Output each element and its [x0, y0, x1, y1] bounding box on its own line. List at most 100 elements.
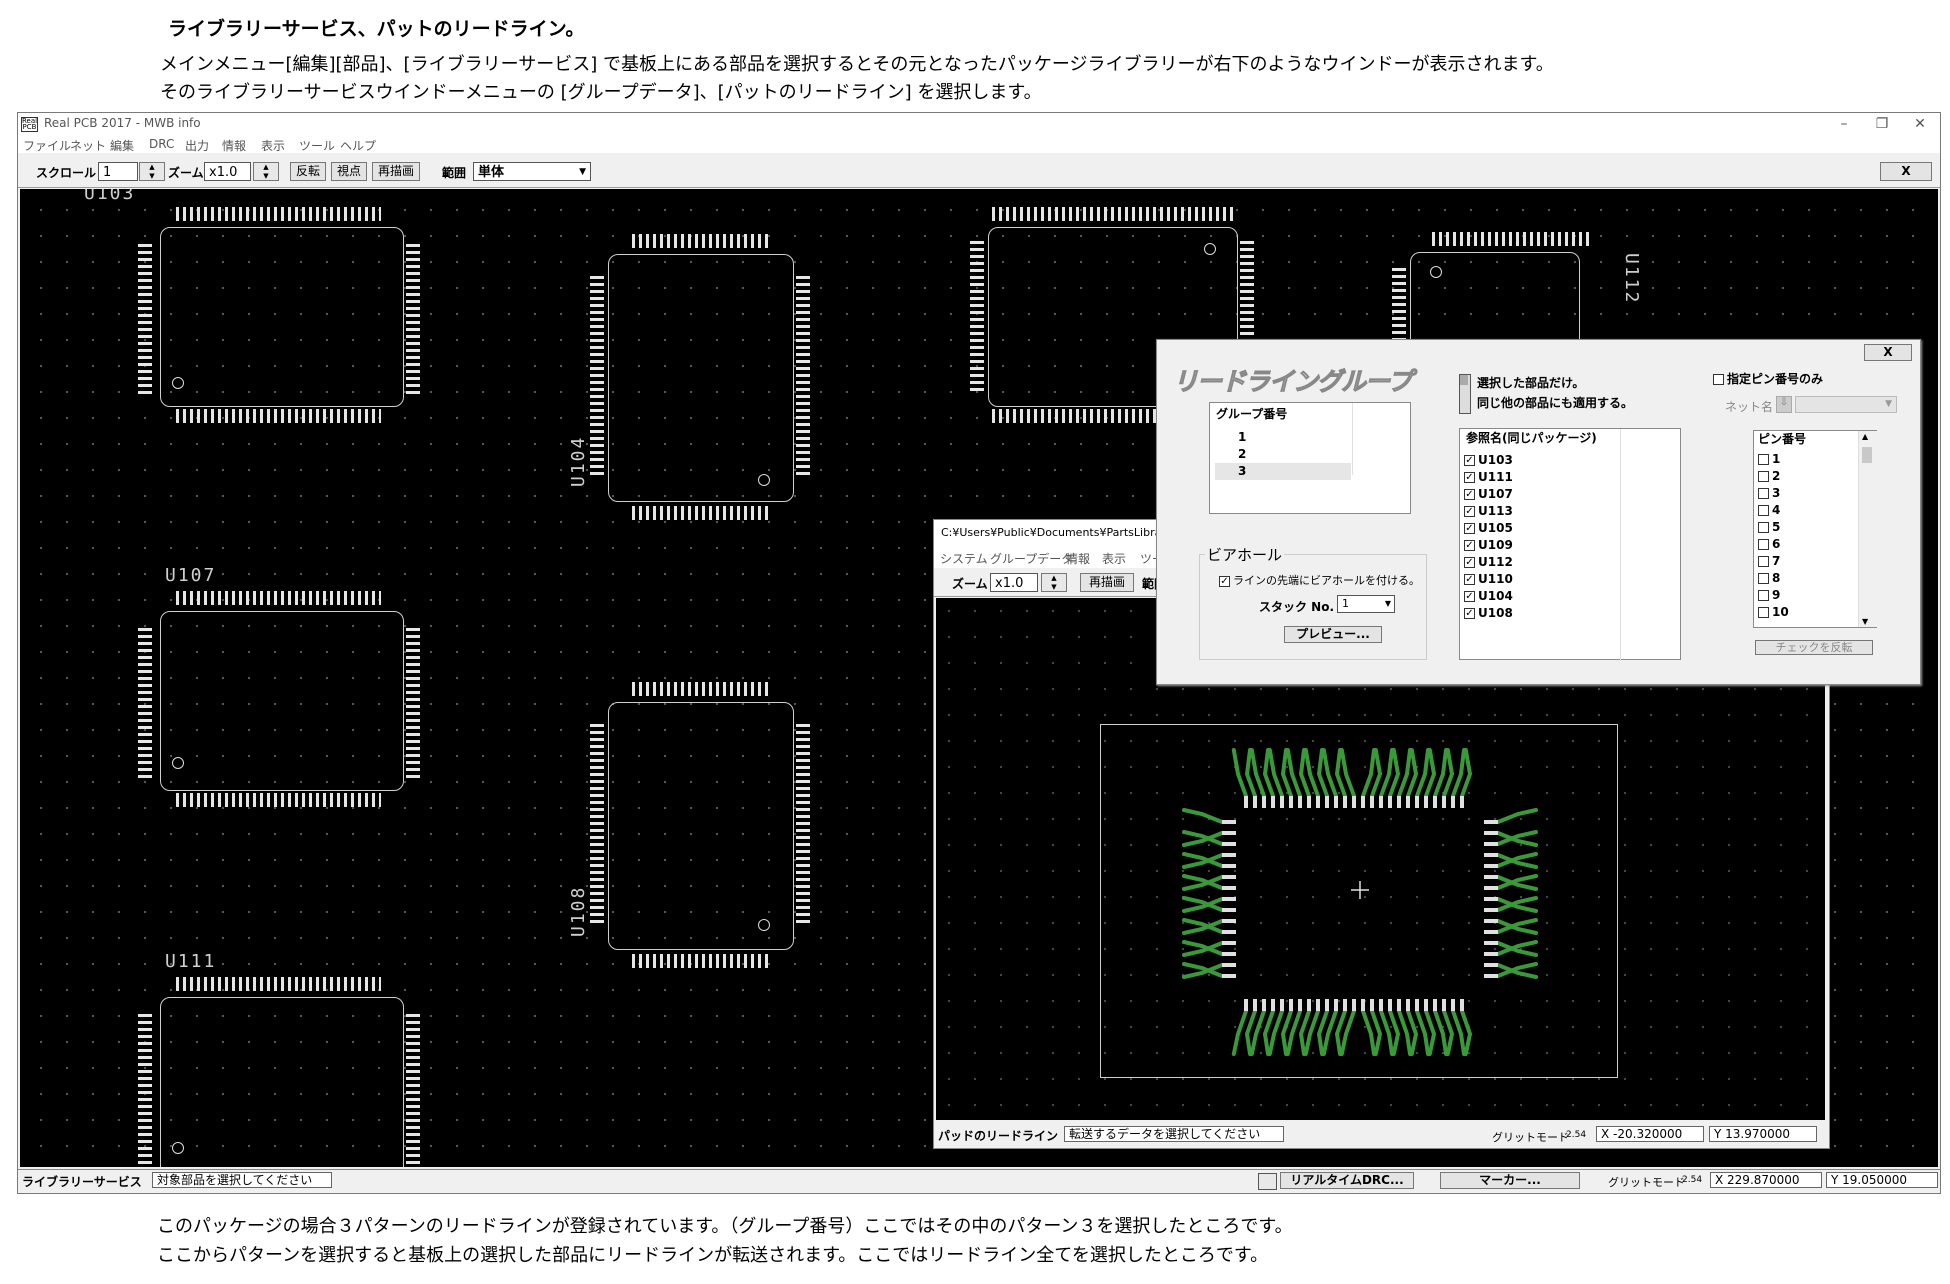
pin-item[interactable]: 4 [1758, 502, 1780, 519]
checkbox-checked-icon[interactable]: ✓ [1464, 591, 1475, 602]
checkbox-checked-icon[interactable]: ✓ [1464, 574, 1475, 585]
via-option[interactable]: ✓ ラインの先端にビアホールを付ける。 [1219, 572, 1420, 588]
checkbox-icon[interactable] [1758, 488, 1769, 499]
ref-item[interactable]: ✓ U108 [1464, 605, 1513, 622]
checkbox-checked-icon[interactable]: ✓ [1219, 575, 1230, 587]
lib-menu-system[interactable]: システム [940, 550, 988, 567]
group-item-2[interactable]: 2 [1238, 446, 1398, 463]
pin-only-option[interactable]: 指定ピン番号のみ [1713, 370, 1823, 387]
scroll-spinner[interactable]: ▲ ▼ [139, 162, 165, 181]
checkbox-icon[interactable] [1713, 374, 1724, 385]
pin-item[interactable]: 7 [1758, 553, 1780, 570]
flip-button[interactable]: 反転 [290, 162, 326, 181]
pin-item[interactable]: 5 [1758, 519, 1780, 536]
pin-item[interactable]: 10 [1758, 604, 1789, 621]
checkbox-checked-icon[interactable]: ✓ [1464, 608, 1475, 619]
pin-item[interactable]: 1 [1758, 451, 1780, 468]
checkbox-icon[interactable] [1758, 573, 1769, 584]
checkbox-checked-icon[interactable]: ✓ [1464, 506, 1475, 517]
ref-item[interactable]: ✓ U105 [1464, 520, 1513, 537]
chip-u112[interactable] [1392, 232, 1612, 362]
chip-u104[interactable] [590, 234, 810, 524]
group-number-list[interactable]: グループ番号 1 2 3 [1209, 402, 1411, 514]
net-name-select[interactable]: ▼ [1795, 396, 1897, 413]
zoom-spinner[interactable]: ▲ ▼ [253, 162, 279, 181]
checkbox-checked-icon[interactable]: ✓ [1464, 472, 1475, 483]
scroll-input[interactable]: 1 [98, 162, 138, 181]
menu-info[interactable]: 情報 [222, 137, 246, 154]
menu-tools[interactable]: ツール [299, 137, 335, 154]
ref-item[interactable]: ✓ U107 [1464, 486, 1513, 503]
reference-list[interactable]: 参照名(同じパッケージ) ✓ U103 ✓ U111 ✓ U107 ✓ U113 ✓ U1… [1459, 428, 1681, 661]
lib-menu-group-data[interactable]: グループデータ [990, 550, 1073, 567]
ref-item[interactable]: ✓ U103 [1464, 452, 1513, 469]
checkbox-icon[interactable] [1758, 556, 1769, 567]
checkbox-checked-icon[interactable]: ✓ [1464, 540, 1475, 551]
grid-mode-value: 2.54 [1682, 1175, 1703, 1185]
close-window-button[interactable]: ✕ [1900, 113, 1940, 135]
group-item-1[interactable]: 1 [1238, 429, 1398, 446]
pin-list-scrollbar[interactable]: ▲ ▼ [1858, 431, 1877, 627]
checkbox-checked-icon[interactable]: ✓ [1464, 523, 1475, 534]
checkbox-icon[interactable] [1758, 505, 1769, 516]
stack-label: スタック No. [1259, 600, 1335, 614]
checkbox-checked-icon[interactable]: ✓ [1464, 455, 1475, 466]
chip-u103[interactable] [138, 207, 420, 427]
intro-line-2: そのライブラリーサービスウインドーメニューの [グループデータ]、[パットのリー… [160, 82, 1042, 103]
lib-zoom-input[interactable]: x1.0 [990, 573, 1038, 592]
ref-item[interactable]: ✓ U110 [1464, 571, 1513, 588]
realtime-drc-button[interactable]: リアルタイムDRC... [1280, 1172, 1414, 1189]
realtime-drc-checkbox[interactable] [1258, 1173, 1277, 1190]
menu-edit[interactable]: 編集 [110, 137, 134, 154]
pin-item[interactable]: 6 [1758, 536, 1780, 553]
pin-item[interactable]: 8 [1758, 570, 1780, 587]
toolbar-close-button[interactable]: X [1880, 162, 1932, 181]
range-select[interactable]: 単体 ▼ [473, 162, 591, 181]
maximize-button[interactable]: ❐ [1862, 113, 1902, 135]
ref-item[interactable]: ✓ U113 [1464, 503, 1513, 520]
checkbox-icon[interactable] [1758, 607, 1769, 618]
ref-item[interactable]: ✓ U109 [1464, 537, 1513, 554]
menu-view[interactable]: 表示 [261, 137, 285, 154]
zoom-input[interactable]: x1.0 [204, 162, 251, 181]
lib-x-coordinate: X -20.320000 [1596, 1126, 1704, 1142]
viewpoint-button[interactable]: 視点 [331, 162, 367, 181]
menu-drc[interactable]: DRC [149, 137, 174, 151]
checkbox-icon[interactable] [1758, 471, 1769, 482]
scope-slider[interactable] [1459, 374, 1471, 414]
ref-item[interactable]: ✓ U112 [1464, 554, 1513, 571]
invert-check-button[interactable]: チェックを反転 [1755, 640, 1873, 655]
lib-menu-view[interactable]: 表示 [1102, 550, 1126, 567]
marker-button[interactable]: マーカー... [1440, 1172, 1580, 1189]
dialog-close-button[interactable]: X [1864, 344, 1912, 361]
lib-redraw-button[interactable]: 再描画 [1080, 573, 1134, 592]
lib-menu-info[interactable]: 情報 [1066, 550, 1090, 567]
menu-file[interactable]: ファイル [23, 137, 71, 154]
menu-output[interactable]: 出力 [185, 137, 209, 154]
chip-u107[interactable] [138, 591, 420, 811]
status-bar: ライブラリーサービス 対象部品を選択してください リアルタイムDRC... マー… [18, 1169, 1940, 1192]
net-name-button[interactable]: ⇩ [1776, 396, 1792, 413]
checkbox-checked-icon[interactable]: ✓ [1464, 489, 1475, 500]
chip-u108[interactable] [590, 682, 810, 972]
checkbox-icon[interactable] [1758, 454, 1769, 465]
redraw-button[interactable]: 再描画 [372, 162, 420, 181]
menu-net[interactable]: ネット [70, 137, 106, 154]
checkbox-checked-icon[interactable]: ✓ [1464, 557, 1475, 568]
minimize-button[interactable]: – [1824, 113, 1864, 135]
menu-help[interactable]: ヘルプ [340, 137, 376, 154]
pin-number-list[interactable]: ピン番号 ▲ ▼ 1 2 3 4 5 6 7 8 9 10 [1753, 430, 1877, 628]
pin-item[interactable]: 2 [1758, 468, 1780, 485]
checkbox-icon[interactable] [1758, 590, 1769, 601]
checkbox-icon[interactable] [1758, 539, 1769, 550]
preview-button[interactable]: プレビュー... [1284, 626, 1382, 643]
lib-zoom-spinner[interactable]: ▲ ▼ [1041, 573, 1067, 592]
checkbox-icon[interactable] [1758, 522, 1769, 533]
stack-select[interactable]: 1 ▼ [1337, 595, 1395, 613]
pin-item[interactable]: 9 [1758, 587, 1780, 604]
pin-item[interactable]: 3 [1758, 485, 1780, 502]
ref-item[interactable]: ✓ U104 [1464, 588, 1513, 605]
group-item-3-selected[interactable]: 3 [1238, 463, 1398, 480]
chip-u111[interactable] [138, 977, 420, 1167]
ref-item[interactable]: ✓ U111 [1464, 469, 1513, 486]
